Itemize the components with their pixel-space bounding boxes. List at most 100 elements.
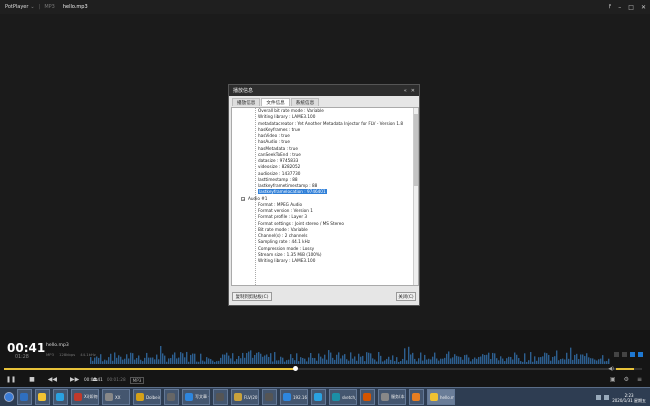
waveform-bar bbox=[356, 360, 358, 364]
taskbar-app[interactable]: 写文章 - 知... bbox=[182, 389, 210, 405]
waveform-bar bbox=[126, 354, 128, 364]
video-settings-icon[interactable]: ▣ bbox=[610, 376, 616, 383]
tree-item-label: canSeekToEnd : true bbox=[258, 151, 301, 157]
waveform-bar bbox=[170, 358, 172, 364]
close-dialog-button[interactable]: 关闭(C) bbox=[396, 292, 416, 301]
waveform-bar bbox=[414, 358, 416, 364]
tree-item-label: Stream size : 1.35 MiB (100%) bbox=[258, 251, 322, 257]
taskbar-app[interactable]: 192.168.1... bbox=[280, 389, 308, 405]
app-menu[interactable]: PotPlayer bbox=[0, 4, 28, 10]
waveform-bar bbox=[328, 350, 330, 364]
volume-icon[interactable]: ◀) bbox=[608, 366, 614, 372]
info-tree[interactable]: Overall bit rate mode : Variable Writing … bbox=[231, 107, 419, 286]
next-button[interactable]: ▶▶ bbox=[70, 376, 79, 383]
waveform-bar bbox=[560, 359, 562, 364]
waveform-bar bbox=[322, 358, 324, 364]
taskbar-app[interactable]: hello.mp3... bbox=[427, 389, 455, 405]
waveform-bar bbox=[254, 354, 256, 364]
waveform-bar bbox=[154, 359, 156, 364]
waveform-bar bbox=[90, 357, 92, 364]
start-button[interactable] bbox=[4, 392, 14, 402]
minimize-button[interactable]: – bbox=[618, 4, 621, 11]
copy-to-clipboard-button[interactable]: 复制到剪贴板(C) bbox=[232, 292, 272, 301]
pause-button[interactable]: ❚❚ bbox=[6, 376, 16, 383]
waveform-bar bbox=[402, 358, 404, 364]
waveform-bar bbox=[308, 357, 310, 364]
waveform-bar bbox=[186, 351, 188, 364]
taskbar-app[interactable] bbox=[17, 389, 32, 405]
chevron-down-icon[interactable]: ⌄ bbox=[30, 4, 34, 10]
track-title: hello.mp3 bbox=[46, 343, 69, 348]
seek-bar[interactable] bbox=[4, 366, 624, 371]
waveform-bar bbox=[440, 358, 442, 364]
gear-icon[interactable]: ⚙ bbox=[624, 376, 629, 383]
waveform-bar bbox=[548, 354, 550, 364]
tree-item[interactable]: Writing library : LAME3.100 bbox=[232, 258, 418, 264]
volume-slider[interactable] bbox=[616, 368, 642, 370]
view-icons bbox=[614, 352, 643, 357]
maximize-button[interactable]: □ bbox=[628, 4, 634, 11]
taskbar-app[interactable]: Dolbeinfo... bbox=[133, 389, 161, 405]
waveform-bar bbox=[94, 357, 96, 364]
app-icon bbox=[185, 393, 193, 401]
waveform-bar bbox=[512, 359, 514, 364]
seek-progress bbox=[4, 368, 296, 370]
waveform-bar bbox=[372, 358, 374, 364]
waveform-bar bbox=[104, 359, 106, 364]
taskbar-app[interactable]: sketch_jan... bbox=[329, 389, 357, 405]
dialog-title-bar[interactable]: 播放信息 « ✕ bbox=[229, 85, 419, 96]
waveform-bar bbox=[520, 361, 522, 364]
pin-icon[interactable]: ⫯ bbox=[609, 3, 612, 11]
audio-waveform bbox=[90, 346, 610, 364]
app-icon bbox=[363, 393, 371, 401]
waveform-bar bbox=[336, 354, 338, 364]
scrollbar-thumb[interactable] bbox=[414, 114, 418, 186]
waveform-bar bbox=[270, 353, 272, 364]
waveform-bar bbox=[118, 355, 120, 364]
equalizer-icon[interactable] bbox=[622, 352, 627, 357]
speaker-icon[interactable] bbox=[604, 395, 610, 400]
taskbar-app[interactable] bbox=[409, 389, 424, 405]
taskbar-app[interactable]: Xi(如何给... bbox=[71, 389, 99, 405]
waveform-bar bbox=[426, 359, 428, 364]
waveform-bar bbox=[174, 352, 176, 364]
menu-icon[interactable]: ≡ bbox=[637, 376, 642, 383]
waveform-bar bbox=[138, 355, 140, 364]
tab-play-info[interactable]: 播放信息 bbox=[232, 98, 261, 106]
app-icon bbox=[38, 393, 46, 401]
tab-file-info[interactable]: 文件信息 bbox=[261, 98, 290, 106]
dialog-close-icon[interactable]: ✕ bbox=[411, 88, 415, 94]
playlist-icon[interactable] bbox=[614, 352, 619, 357]
taskbar-app[interactable] bbox=[35, 389, 50, 405]
waveform-bar bbox=[128, 358, 130, 364]
tree-item-label: Bit rate mode : Variable bbox=[258, 226, 308, 232]
taskbar-app[interactable] bbox=[213, 389, 228, 405]
taskbar-app[interactable] bbox=[164, 389, 179, 405]
taskbar-app[interactable]: 服务(本... bbox=[378, 389, 406, 405]
clock[interactable]: 2:23 2020/1/31 星期五 bbox=[612, 393, 646, 403]
waveform-bar bbox=[474, 357, 476, 364]
tree-scrollbar[interactable] bbox=[413, 108, 418, 285]
tree-item-label: lastkeyframelocation : 9746401 bbox=[258, 189, 327, 195]
stop-button[interactable]: ■ bbox=[29, 376, 35, 383]
taskbar-app-label: Dolbeinfo... bbox=[146, 394, 160, 400]
previous-button[interactable]: ◀◀ bbox=[48, 376, 57, 383]
taskbar-app[interactable] bbox=[53, 389, 68, 405]
app-icon bbox=[332, 393, 340, 401]
settings-toggle-icon[interactable] bbox=[638, 352, 643, 357]
tab-system-info[interactable]: 系统信息 bbox=[290, 98, 320, 106]
collapse-icon[interactable]: − bbox=[241, 196, 245, 201]
network-icon[interactable] bbox=[596, 395, 602, 400]
taskbar-app[interactable] bbox=[311, 389, 326, 405]
visualizer-icon[interactable] bbox=[630, 352, 635, 357]
taskbar-app[interactable] bbox=[262, 389, 277, 405]
seek-handle[interactable] bbox=[293, 366, 299, 371]
waveform-bar bbox=[578, 359, 580, 364]
dialog-expand-icon[interactable]: « bbox=[404, 88, 407, 94]
taskbar-app[interactable] bbox=[360, 389, 375, 405]
waveform-bar bbox=[218, 360, 220, 364]
close-button[interactable]: ✕ bbox=[641, 4, 646, 11]
waveform-bar bbox=[268, 356, 270, 364]
taskbar-app[interactable]: XX bbox=[102, 389, 130, 405]
taskbar-app[interactable]: FLV(2014... bbox=[231, 389, 259, 405]
